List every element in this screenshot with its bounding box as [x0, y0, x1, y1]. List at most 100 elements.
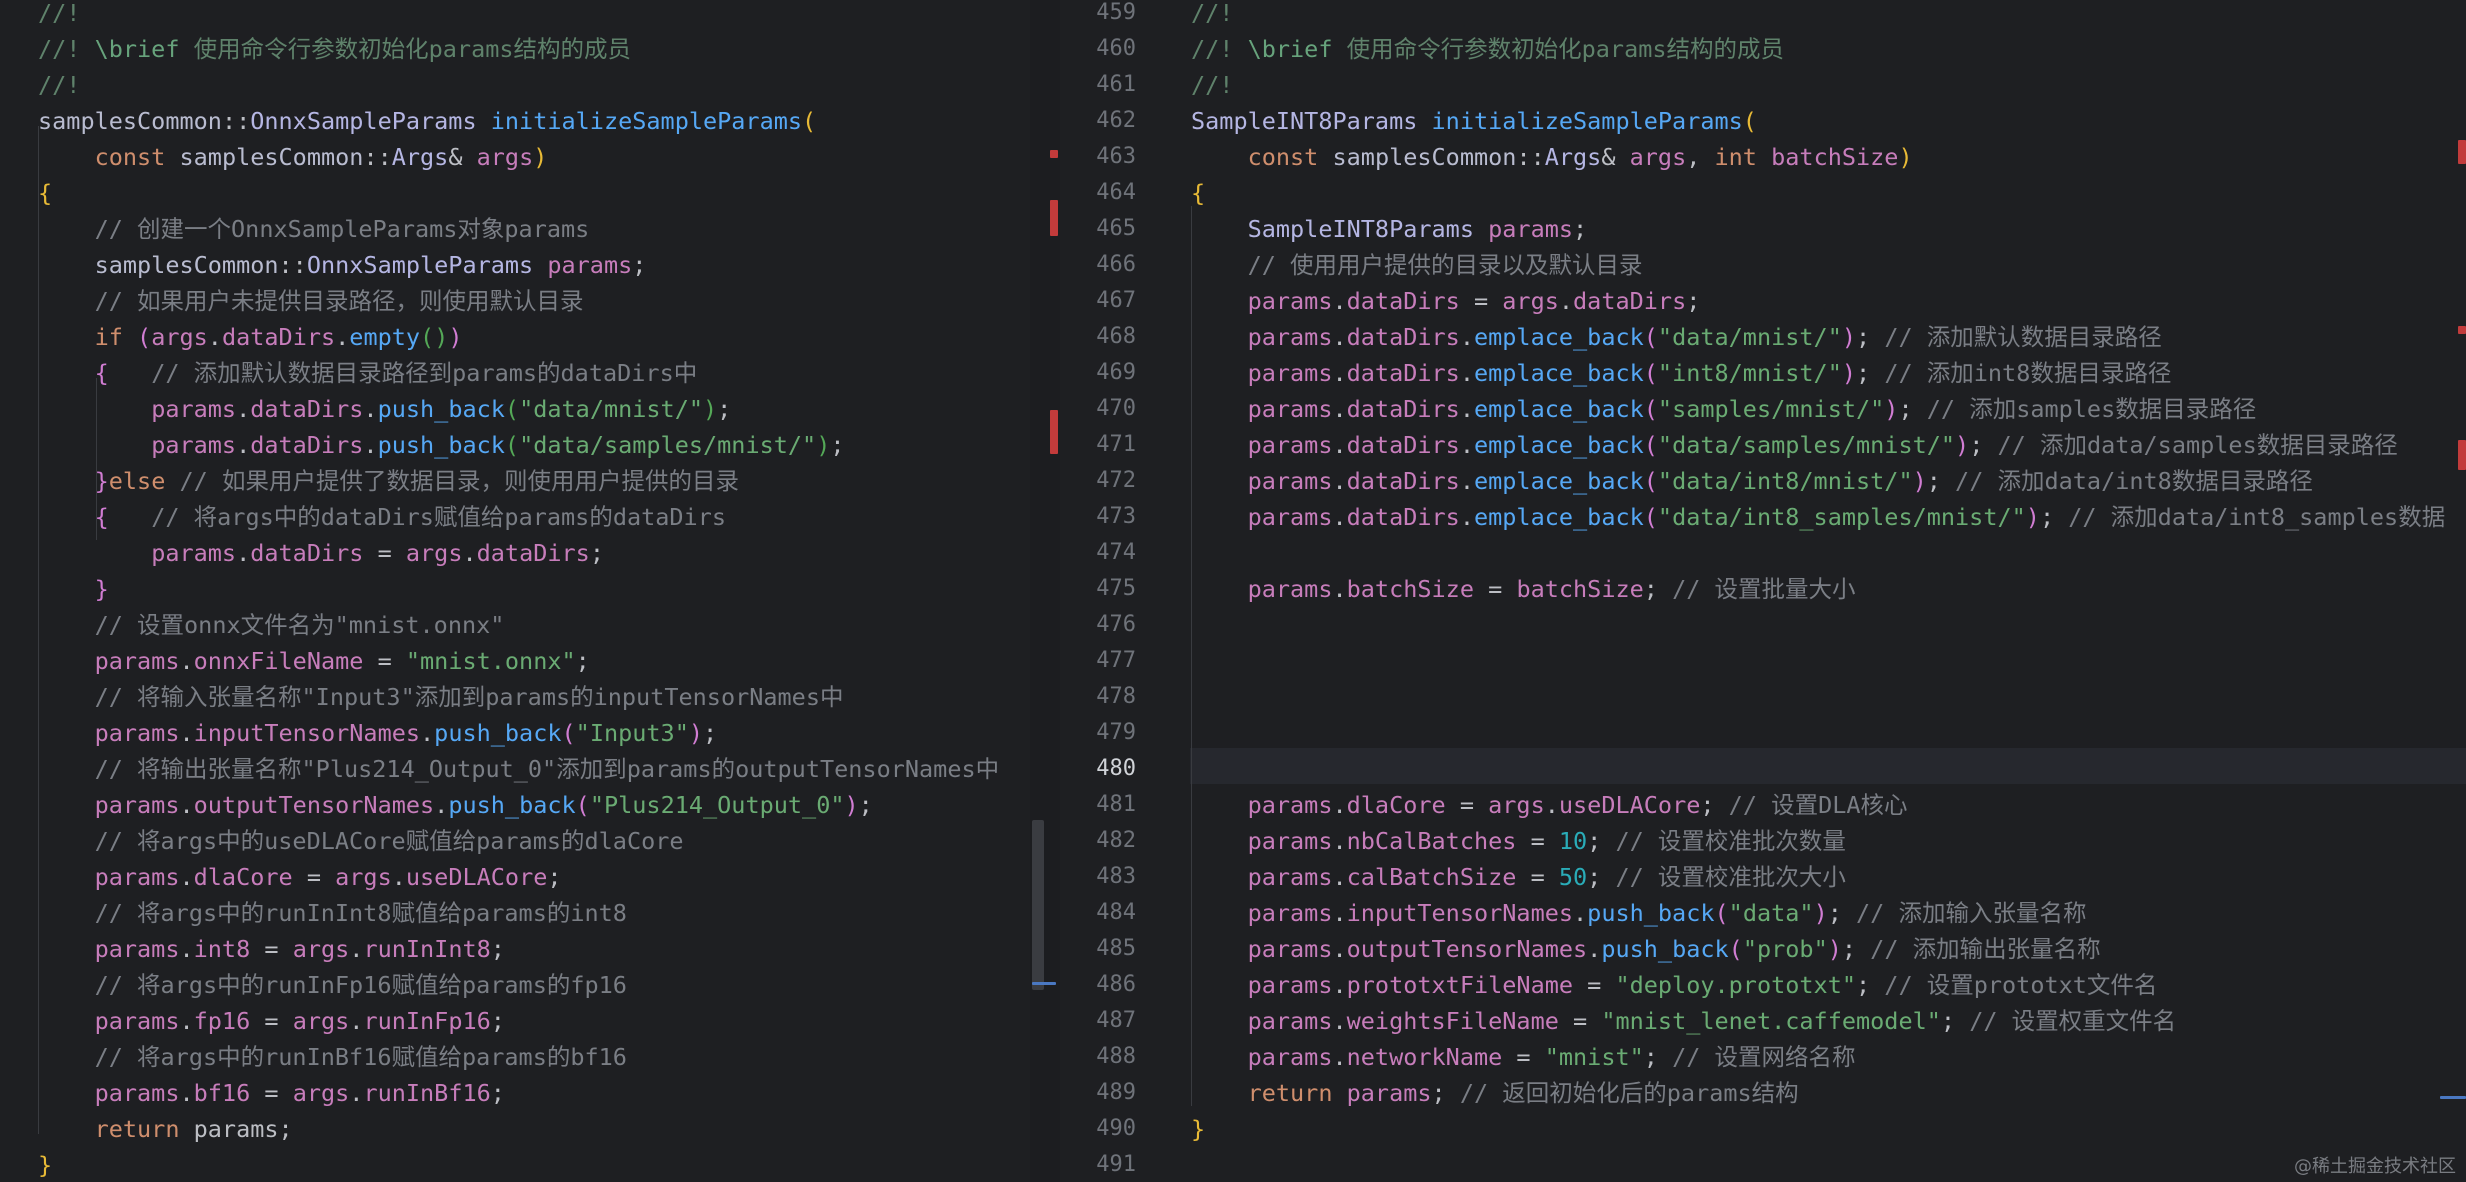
code-line[interactable]: params.inputTensorNames.push_back("Input…	[38, 715, 718, 751]
code-line[interactable]: params.calBatchSize = 50; // 设置校准批次大小	[1191, 859, 1846, 895]
code-line[interactable]: params.inputTensorNames.push_back("data"…	[1191, 895, 2087, 931]
code-line[interactable]: params.batchSize = batchSize; // 设置批量大小	[1191, 571, 1856, 607]
code-line[interactable]: //!	[1191, 67, 1233, 103]
code-line[interactable]: params.nbCalBatches = 10; // 设置校准批次数量	[1191, 823, 1846, 859]
code-line[interactable]: SampleINT8Params params;	[1191, 211, 1588, 247]
line-number[interactable]: 481	[1060, 787, 1136, 823]
code-line[interactable]: params.onnxFileName = "mnist.onnx";	[38, 643, 590, 679]
code-line[interactable]: //!	[38, 67, 80, 103]
code-line[interactable]: samplesCommon::OnnxSampleParams params;	[38, 247, 647, 283]
code-line[interactable]: params.networkName = "mnist"; // 设置网络名称	[1191, 1039, 1856, 1075]
line-number[interactable]: 473	[1060, 499, 1136, 535]
line-number[interactable]: 460	[1060, 31, 1136, 67]
code-line[interactable]: // 使用用户提供的目录以及默认目录	[1191, 247, 1643, 283]
code-line[interactable]: const samplesCommon::Args& args)	[38, 139, 548, 175]
code-line[interactable]: // 将args中的useDLACore赋值给params的dlaCore	[38, 823, 684, 859]
code-line[interactable]: params.dataDirs = args.dataDirs;	[38, 535, 604, 571]
line-number[interactable]: 468	[1060, 319, 1136, 355]
code-line[interactable]: // 将输入张量名称"Input3"添加到params的inputTensorN…	[38, 679, 844, 715]
code-line[interactable]: params.outputTensorNames.push_back("Plus…	[38, 787, 873, 823]
line-number[interactable]: 485	[1060, 931, 1136, 967]
code-line[interactable]: // 将args中的runInFp16赋值给params的fp16	[38, 967, 627, 1003]
code-line[interactable]: params.bf16 = args.runInBf16;	[38, 1075, 505, 1111]
code-line[interactable]: // 将args中的runInInt8赋值给params的int8	[38, 895, 627, 931]
line-number[interactable]: 491	[1060, 1147, 1136, 1182]
line-number[interactable]: 480	[1060, 751, 1136, 787]
line-number[interactable]: 465	[1060, 211, 1136, 247]
line-number[interactable]: 490	[1060, 1111, 1136, 1147]
line-number[interactable]: 483	[1060, 859, 1136, 895]
code-line[interactable]: }else // 如果用户提供了数据目录，则使用用户提供的目录	[38, 463, 739, 499]
line-number[interactable]: 472	[1060, 463, 1136, 499]
code-line[interactable]: params.outputTensorNames.push_back("prob…	[1191, 931, 2101, 967]
code-line[interactable]: params.int8 = args.runInInt8;	[38, 931, 505, 967]
pane-divider[interactable]	[1030, 0, 1060, 1182]
code-line[interactable]: //! \brief 使用命令行参数初始化params结构的成员	[38, 31, 631, 67]
code-line[interactable]: params.dataDirs.emplace_back("data/mnist…	[1191, 319, 2162, 355]
code-token: .	[349, 935, 364, 963]
line-number[interactable]: 478	[1060, 679, 1136, 715]
code-line[interactable]: {	[38, 175, 52, 211]
line-number[interactable]: 486	[1060, 967, 1136, 1003]
code-line[interactable]: const samplesCommon::Args& args, int bat…	[1191, 139, 1913, 175]
line-number[interactable]: 479	[1060, 715, 1136, 751]
code-line[interactable]: return params; // 返回初始化后的params结构	[1191, 1075, 1799, 1111]
line-number[interactable]: 477	[1060, 643, 1136, 679]
line-number[interactable]: 489	[1060, 1075, 1136, 1111]
code-line[interactable]: params.dlaCore = args.useDLACore;	[38, 859, 562, 895]
line-number[interactable]: 484	[1060, 895, 1136, 931]
code-line[interactable]: samplesCommon::OnnxSampleParams initiali…	[38, 103, 816, 139]
code-line[interactable]: }	[38, 1147, 52, 1182]
code-line[interactable]: // 如果用户未提供目录路径，则使用默认目录	[38, 283, 584, 319]
line-number[interactable]: 466	[1060, 247, 1136, 283]
code-line[interactable]: params.fp16 = args.runInFp16;	[38, 1003, 505, 1039]
line-number[interactable]: 467	[1060, 283, 1136, 319]
line-number[interactable]: 482	[1060, 823, 1136, 859]
line-number[interactable]: 475	[1060, 571, 1136, 607]
right-editor-pane[interactable]: 459 //! 460 //! \brief 使用命令行参数初始化params结构的成…	[1060, 0, 2466, 1182]
code-line[interactable]: // 将输出张量名称"Plus214_Output_0"添加到params的ou…	[38, 751, 1000, 787]
code-line[interactable]: params.dataDirs = args.dataDirs;	[1191, 283, 1701, 319]
line-number[interactable]: 470	[1060, 391, 1136, 427]
line-number[interactable]: 463	[1060, 139, 1136, 175]
code-line[interactable]: //! \brief 使用命令行参数初始化params结构的成员	[1191, 31, 1784, 67]
code-line[interactable]: {	[1191, 175, 1205, 211]
line-number[interactable]: 464	[1060, 175, 1136, 211]
code-line[interactable]: params.dataDirs.emplace_back("data/int8_…	[1191, 499, 2446, 535]
code-token: samplesCommon	[94, 251, 279, 279]
code-line[interactable]: }	[1191, 1111, 1205, 1147]
line-number[interactable]: 461	[1060, 67, 1136, 103]
line-number[interactable]: 476	[1060, 607, 1136, 643]
line-number[interactable]: 471	[1060, 427, 1136, 463]
code-line[interactable]: return params;	[38, 1111, 293, 1147]
code-line[interactable]: // 设置onnx文件名为"mnist.onnx"	[38, 607, 505, 643]
code-line[interactable]: params.weightsFileName = "mnist_lenet.ca…	[1191, 1003, 2177, 1039]
code-line[interactable]: params.dataDirs.emplace_back("int8/mnist…	[1191, 355, 2172, 391]
code-line[interactable]: // 将args中的runInBf16赋值给params的bf16	[38, 1039, 627, 1075]
code-line[interactable]: params.dataDirs.emplace_back("data/int8/…	[1191, 463, 2313, 499]
code-line[interactable]: SampleINT8Params initializeSampleParams(	[1191, 103, 1757, 139]
code-line[interactable]: if (args.dataDirs.empty())	[38, 319, 463, 355]
code-line[interactable]: params.dataDirs.push_back("data/mnist/")…	[38, 391, 731, 427]
line-number[interactable]: 474	[1060, 535, 1136, 571]
code-line[interactable]: params.prototxtFileName = "deploy.protot…	[1191, 967, 2158, 1003]
code-line[interactable]: params.dataDirs.emplace_back("samples/mn…	[1191, 391, 2257, 427]
code-line[interactable]: //!	[38, 0, 80, 31]
code-line[interactable]: // 创建一个OnnxSampleParams对象params	[38, 211, 590, 247]
left-scrollbar-thumb[interactable]	[1032, 820, 1044, 990]
code-line[interactable]: { // 将args中的dataDirs赋值给params的dataDirs	[38, 499, 726, 535]
code-line[interactable]: params.dlaCore = args.useDLACore; // 设置D…	[1191, 787, 1908, 823]
line-number[interactable]: 459	[1060, 0, 1136, 31]
code-line[interactable]: params.dataDirs.push_back("data/samples/…	[38, 427, 844, 463]
line-number[interactable]: 462	[1060, 103, 1136, 139]
line-number[interactable]: 488	[1060, 1039, 1136, 1075]
left-editor-pane[interactable]: //!//! \brief 使用命令行参数初始化params结构的成员//! sa…	[0, 0, 1030, 1182]
code-line[interactable]: params.dataDirs.emplace_back("data/sampl…	[1191, 427, 2398, 463]
code-line[interactable]: //!	[1191, 0, 1233, 31]
code-token: // 如果用户提供了数据目录，则使用用户提供的目录	[179, 467, 739, 495]
code-line[interactable]: { // 添加默认数据目录路径到params的dataDirs中	[38, 355, 698, 391]
line-number[interactable]: 487	[1060, 1003, 1136, 1039]
line-number[interactable]: 469	[1060, 355, 1136, 391]
code-line[interactable]: }	[38, 571, 109, 607]
